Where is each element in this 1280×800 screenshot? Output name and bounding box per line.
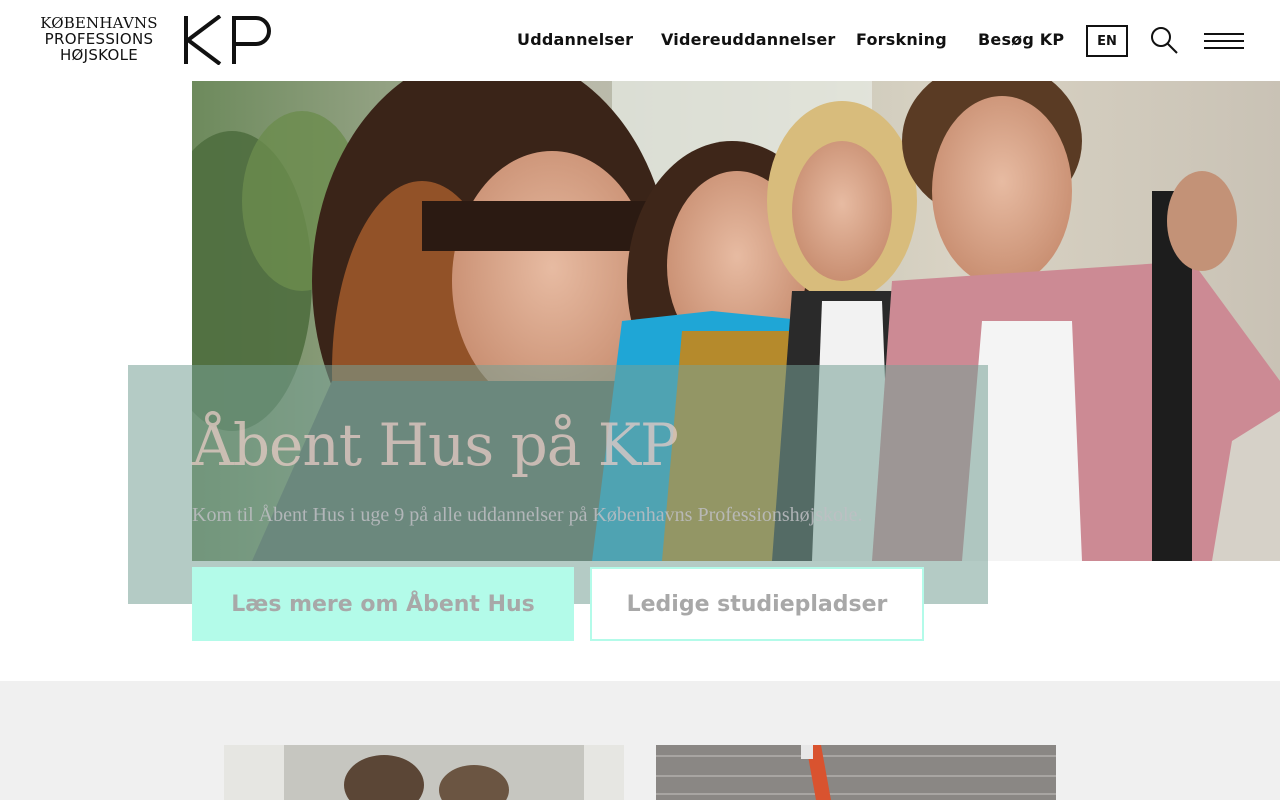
logo-wordmark: KØBENHAVNS PROFESSIONS HØJSKOLE [32,15,166,63]
nav-uddannelser[interactable]: Uddannelser [517,30,633,49]
hero-subtitle: Kom til Åbent Hus i uge 9 på alle uddann… [192,504,863,526]
site-header: KØBENHAVNS PROFESSIONS HØJSKOLE Uddannel… [0,0,1280,81]
hero-title: Åbent Hus på KP [192,411,679,479]
hero-section: Åbent Hus på KP Kom til Åbent Hus i uge … [0,81,1280,681]
kp-logo-mark [184,15,271,65]
menu-button[interactable] [1204,33,1244,49]
language-toggle-button[interactable]: EN [1086,25,1128,57]
hamburger-menu-icon-bar [1204,47,1244,49]
card-image-2[interactable] [656,745,1056,800]
card-photo-2 [656,745,1056,800]
nav-videreuddannelser[interactable]: Videreuddannelser [661,30,836,49]
search-icon [1151,27,1178,54]
available-study-places-button[interactable]: Ledige studiepladser [590,567,924,641]
nav-besog-kp[interactable]: Besøg KP [978,30,1064,49]
kp-logo-link[interactable]: KØBENHAVNS PROFESSIONS HØJSKOLE [32,15,277,67]
read-more-open-house-button[interactable]: Læs mere om Åbent Hus [192,567,574,641]
hamburger-menu-icon-bar [1204,40,1244,42]
nav-forskning[interactable]: Forskning [856,30,947,49]
logo-line-1: KØBENHAVNS [40,14,158,32]
logo-line-3: HØJSKOLE [59,46,139,64]
search-button[interactable] [1150,26,1180,56]
card-image-1[interactable] [224,745,624,800]
logo-line-2: PROFESSIONS [44,30,154,48]
content-section [0,681,1280,800]
card-photo-1 [224,745,624,800]
hamburger-menu-icon [1204,33,1244,35]
